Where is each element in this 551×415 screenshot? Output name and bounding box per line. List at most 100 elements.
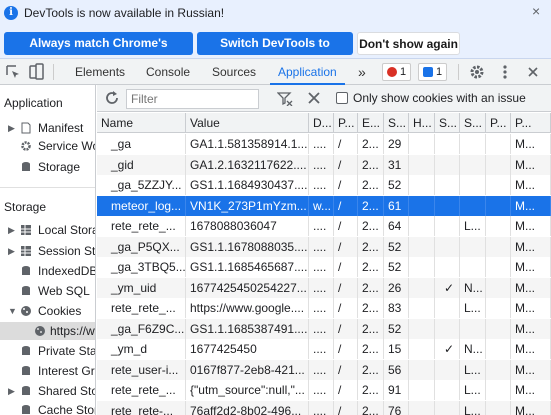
table-row[interactable]: rete_user-i... 0167f877-2eb8-421......./2…: [97, 359, 551, 380]
sidebar-item-label: IndexedDB: [38, 264, 96, 278]
refresh-icon[interactable]: [104, 90, 120, 106]
table-row[interactable]: _ym_uid 1677425450254227......./2... 26 ✓ N.…: [97, 277, 551, 298]
expand-arrow-icon[interactable]: ▶: [8, 119, 15, 137]
cell-name: rete_rete-...: [97, 400, 186, 415]
expand-arrow-icon[interactable]: ▶: [8, 221, 15, 239]
collapse-arrow-icon[interactable]: ▼: [8, 302, 17, 320]
sidebar-item-label: Interest Groups: [38, 364, 95, 378]
sidebar-item-cookie-origin[interactable]: https://www.google.com: [0, 322, 95, 340]
column-header-name[interactable]: Name: [97, 113, 186, 133]
table-row[interactable]: rete_rete_... {"utm_source":null,".......…: [97, 380, 551, 400]
cell-expires: 2...: [358, 236, 384, 257]
tab-console[interactable]: Console: [146, 59, 190, 85]
column-header-partition[interactable]: P...: [486, 113, 511, 133]
cell-priority: M...: [511, 359, 551, 380]
sidebar-item-web-sql[interactable]: Web SQL: [0, 282, 95, 300]
cell-secure: [435, 318, 460, 339]
sidebar-item-label: https://www.google.com: [50, 324, 95, 338]
table-icon: [21, 225, 31, 235]
tab-sources[interactable]: Sources: [212, 59, 256, 85]
always-match-language-button[interactable]: Always match Chrome's language: [4, 32, 193, 73]
cell-partition: [486, 134, 511, 154]
sidebar-item-local-storage[interactable]: ▶ Local Storage: [0, 221, 95, 239]
cell-partition: [486, 318, 511, 339]
column-header-domain[interactable]: D...: [309, 113, 334, 133]
sidebar-item-session-storage[interactable]: ▶ Session Storage: [0, 242, 95, 260]
cell-secure: [435, 257, 460, 277]
cell-path: /: [334, 359, 358, 380]
cell-path: /: [334, 400, 358, 415]
sidebar-item-manifest[interactable]: ▶ Manifest: [0, 119, 95, 137]
clear-filtered-cookies-icon[interactable]: [277, 90, 293, 106]
sidebar-item-storage[interactable]: Storage: [0, 158, 95, 176]
table-row[interactable]: _ga_5ZZJY... GS1.1.1684930437......../2..…: [97, 175, 551, 195]
table-row[interactable]: _ga_P5QX... GS1.1.1678088035......../2...…: [97, 236, 551, 257]
column-header-value[interactable]: Value: [186, 113, 309, 133]
table-row[interactable]: _ym_d 1677425450..../2... 15 ✓ N... M...: [97, 339, 551, 359]
cell-samesite: N...: [460, 277, 486, 298]
table-row[interactable]: _ga GA1.1.581358914.1......./2... 29 M...: [97, 134, 551, 154]
expand-arrow-icon[interactable]: ▶: [8, 382, 15, 400]
clear-all-icon[interactable]: [307, 91, 321, 105]
column-header-expires[interactable]: E...: [358, 113, 384, 133]
table-row[interactable]: _ga_3TBQ5... GS1.1.1685465687......../2..…: [97, 257, 551, 277]
gear-icon[interactable]: [468, 63, 486, 81]
inspect-element-icon[interactable]: [4, 63, 22, 81]
cell-value: {"utm_source":null,"...: [186, 380, 309, 400]
sidebar-item-private-state-tokens[interactable]: Private State Tokens: [0, 342, 95, 360]
close-devtools-icon[interactable]: [524, 63, 542, 81]
column-header-httponly[interactable]: H...: [409, 113, 435, 133]
column-header-size[interactable]: S...: [384, 113, 409, 133]
table-row[interactable]: rete_rete_... https://www.google........ /…: [97, 298, 551, 318]
only-issues-checkbox[interactable]: [336, 92, 348, 104]
cell-name: _ga_5ZZJY...: [97, 175, 186, 195]
sidebar-item-indexeddb[interactable]: IndexedDB: [0, 262, 96, 280]
cell-expires: 2...: [358, 339, 384, 359]
cell-expires: 2...: [358, 380, 384, 400]
column-header-path[interactable]: P...: [334, 113, 358, 133]
cell-httponly: [409, 380, 435, 400]
sidebar-item-shared-storage[interactable]: ▶ Shared Storage: [0, 382, 95, 400]
application-sidebar: Application ▶ Manifest Service Workers S…: [0, 85, 96, 415]
device-toolbar-icon[interactable]: [28, 63, 46, 81]
table-row[interactable]: rete_rete_... 1678088036047..../2... 64 L..…: [97, 216, 551, 236]
column-header-priority[interactable]: P...: [511, 113, 551, 133]
sidebar-item-interest-groups[interactable]: Interest Groups: [0, 362, 95, 380]
switch-to-russian-button[interactable]: Switch DevTools to Russian: [197, 32, 353, 73]
column-header-secure[interactable]: S...: [435, 113, 460, 133]
tab-elements[interactable]: Elements: [75, 59, 125, 85]
sidebar-item-service-workers[interactable]: Service Workers: [0, 137, 95, 155]
cell-size: 52: [384, 318, 409, 339]
column-header-samesite[interactable]: S...: [460, 113, 486, 133]
sidebar-item-cache-storage[interactable]: Cache Storage: [0, 401, 95, 415]
errors-badge[interactable]: 1: [382, 63, 412, 81]
tab-application[interactable]: Application: [270, 59, 345, 85]
database-icon: [22, 266, 30, 275]
table-row[interactable]: _gid GA1.2.1632117622......../2... 31 M...: [97, 154, 551, 175]
cell-samesite: [460, 257, 486, 277]
sidebar-item-label: Shared Storage: [38, 384, 95, 398]
document-icon: [21, 122, 31, 134]
table-row[interactable]: rete_rete-... 76aff2d2-8b02-496......./2.…: [97, 400, 551, 415]
expand-arrow-icon[interactable]: ▶: [8, 242, 15, 260]
database-icon: [22, 346, 30, 355]
only-issues-label: Only show cookies with an issue: [353, 91, 526, 105]
cell-domain: ....: [309, 359, 334, 380]
messages-badge[interactable]: 1: [418, 63, 448, 81]
table-row[interactable]: _ga_F6Z9C... GS1.1.1685387491......../2..…: [97, 318, 551, 339]
language-infobar: i DevTools is now available in Russian! …: [0, 0, 551, 73]
more-options-icon[interactable]: [496, 63, 514, 81]
cell-secure: [435, 298, 460, 318]
more-tabs-button[interactable]: »: [358, 59, 366, 85]
table-row[interactable]: meteor_log... VN1K_273P1mYzm... w.../2... 6…: [97, 195, 551, 216]
cell-samesite: L...: [460, 380, 486, 400]
cell-size: 83: [384, 298, 409, 318]
cell-domain: ....: [309, 236, 334, 257]
sidebar-item-cookies[interactable]: ▼ Cookies: [0, 302, 95, 320]
dont-show-again-button[interactable]: Don't show again: [357, 32, 460, 55]
cell-name: meteor_log...: [97, 195, 186, 216]
filter-input[interactable]: [126, 89, 259, 109]
cell-domain: ....: [309, 298, 334, 318]
cell-size: 26: [384, 277, 409, 298]
close-icon[interactable]: ×: [532, 3, 540, 19]
